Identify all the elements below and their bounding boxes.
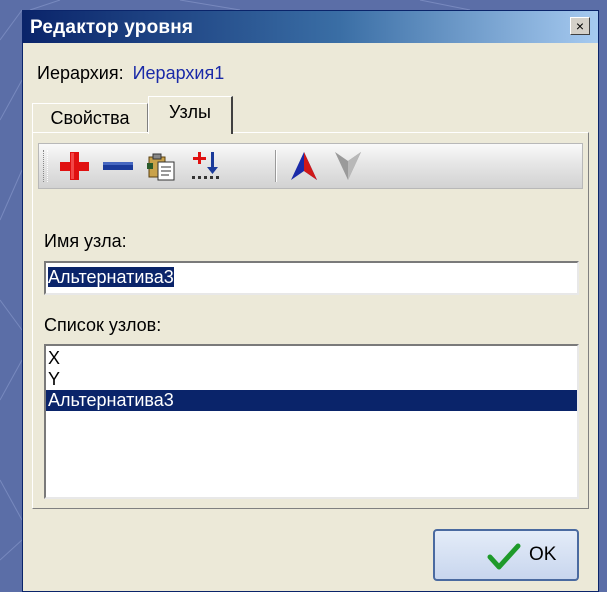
sort-nodes-icon[interactable] <box>189 149 223 183</box>
title-bar[interactable]: Редактор уровня × <box>23 11 598 43</box>
list-item-alternative3[interactable]: Альтернатива3 <box>46 390 577 411</box>
move-up-icon[interactable] <box>287 149 321 183</box>
hierarchy-label: Иерархия: <box>37 63 124 83</box>
checkmark-icon <box>487 543 521 570</box>
level-editor-dialog: Редактор уровня × Иерархия: Иерархия1 Св… <box>22 10 599 592</box>
paste-node-icon[interactable] <box>145 149 179 183</box>
toolbar-grip[interactable] <box>43 150 48 182</box>
node-list[interactable]: X Y Альтернатива3 <box>44 344 579 499</box>
hierarchy-value: Иерархия1 <box>132 63 225 83</box>
toolbar-separator <box>275 150 277 182</box>
move-down-icon[interactable] <box>331 149 365 183</box>
nodes-toolbar <box>38 143 583 189</box>
node-name-label: Имя узла: <box>44 231 127 251</box>
window-title: Редактор уровня <box>30 17 194 38</box>
add-icon[interactable] <box>57 149 91 183</box>
nodes-tab-panel: Имя узла: Альтернатива3 Список узлов: X … <box>32 132 589 509</box>
tab-properties[interactable]: Свойства <box>32 103 148 133</box>
list-item-y[interactable]: Y <box>46 369 577 390</box>
list-item-x[interactable]: X <box>46 348 577 369</box>
hierarchy-row: Иерархия: Иерархия1 <box>37 63 224 84</box>
node-list-label: Список узлов: <box>44 315 162 335</box>
node-name-value: Альтернатива3 <box>48 267 174 287</box>
remove-icon[interactable] <box>101 149 135 183</box>
ok-button[interactable]: OK <box>433 529 579 581</box>
node-name-input[interactable]: Альтернатива3 <box>44 261 579 295</box>
ok-button-label: OK <box>529 544 557 565</box>
close-button[interactable]: × <box>570 17 590 35</box>
tab-nodes[interactable]: Узлы <box>148 96 233 134</box>
